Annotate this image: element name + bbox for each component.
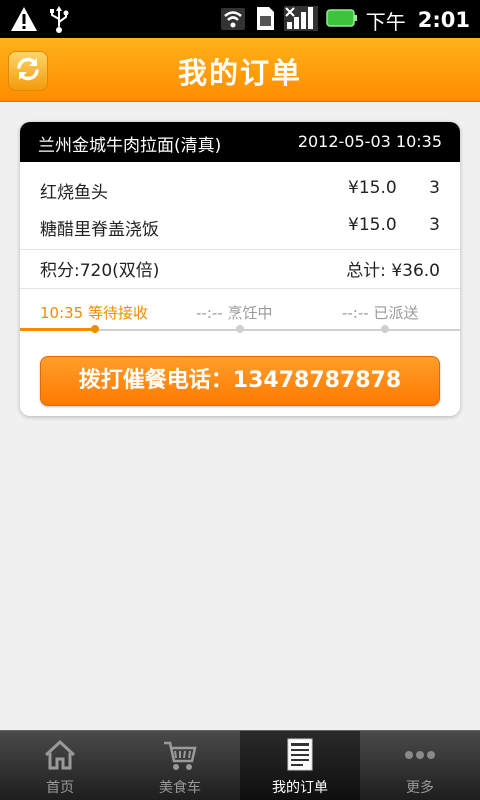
- call-restaurant-button[interactable]: 拨打催餐电话：13478787878: [40, 356, 440, 406]
- shop-name: 兰州金城牛肉拉面(清真): [38, 136, 222, 156]
- order-card: 兰州金城牛肉拉面(清真) 2012-05-03 10:35 红烧鱼头 ¥15.0…: [20, 122, 460, 416]
- tab-label: 美食车: [159, 780, 201, 796]
- step-dot-delivered: [381, 325, 389, 333]
- wifi-icon: [220, 4, 246, 36]
- usb-icon: [48, 5, 70, 37]
- item-name: 红烧鱼头: [40, 183, 108, 203]
- step-delivered: --:-- 已派送: [342, 304, 419, 322]
- home-icon: [42, 737, 78, 773]
- item-quantity: 3: [429, 215, 440, 235]
- tab-my-orders[interactable]: 我的订单: [240, 731, 360, 800]
- list-item: 红烧鱼头 ¥15.0 3: [20, 172, 460, 208]
- order-list-icon: [282, 737, 318, 773]
- tab-label: 更多: [406, 780, 434, 796]
- progress-fill: [20, 328, 95, 331]
- more-icon: [402, 737, 438, 773]
- status-bar: 下午 2:01: [0, 0, 480, 38]
- tab-more[interactable]: 更多: [360, 731, 480, 800]
- divider: [20, 288, 460, 289]
- tab-home[interactable]: 首页: [0, 731, 120, 800]
- clock: 2:01: [417, 8, 470, 32]
- step-dot-waiting: [91, 325, 99, 333]
- step-dot-cooking: [236, 325, 244, 333]
- item-price: ¥15.0: [348, 178, 397, 198]
- step-cooking: --:-- 烹饪中: [196, 304, 273, 322]
- order-total: 总计: ¥36.0: [346, 261, 440, 281]
- list-item: 糖醋里脊盖浇饭 ¥15.0 3: [20, 209, 460, 245]
- item-name: 糖醋里脊盖浇饭: [40, 220, 159, 240]
- time-period: 下午: [365, 9, 406, 34]
- order-datetime: 2012-05-03 10:35: [297, 132, 442, 151]
- sim-icon: [254, 4, 276, 36]
- item-price: ¥15.0: [348, 215, 397, 235]
- cart-icon: [162, 737, 198, 773]
- tab-label: 首页: [46, 780, 74, 796]
- item-quantity: 3: [429, 178, 440, 198]
- step-waiting: 10:35 等待接收: [40, 304, 148, 322]
- divider: [20, 249, 460, 250]
- bottom-tab-bar: 首页 美食车 我的订单 更多: [0, 730, 480, 800]
- order-card-header: 兰州金城牛肉拉面(清真) 2012-05-03 10:35: [20, 122, 460, 162]
- tab-label: 我的订单: [272, 780, 328, 796]
- tab-food-cart[interactable]: 美食车: [120, 731, 240, 800]
- app-header: 我的订单: [0, 38, 480, 102]
- page-title: 我的订单: [177, 56, 302, 90]
- warning-icon: [10, 5, 38, 37]
- battery-icon: [326, 4, 358, 36]
- points-label: 积分:720(双倍): [40, 261, 160, 281]
- signal-icon: [283, 4, 318, 36]
